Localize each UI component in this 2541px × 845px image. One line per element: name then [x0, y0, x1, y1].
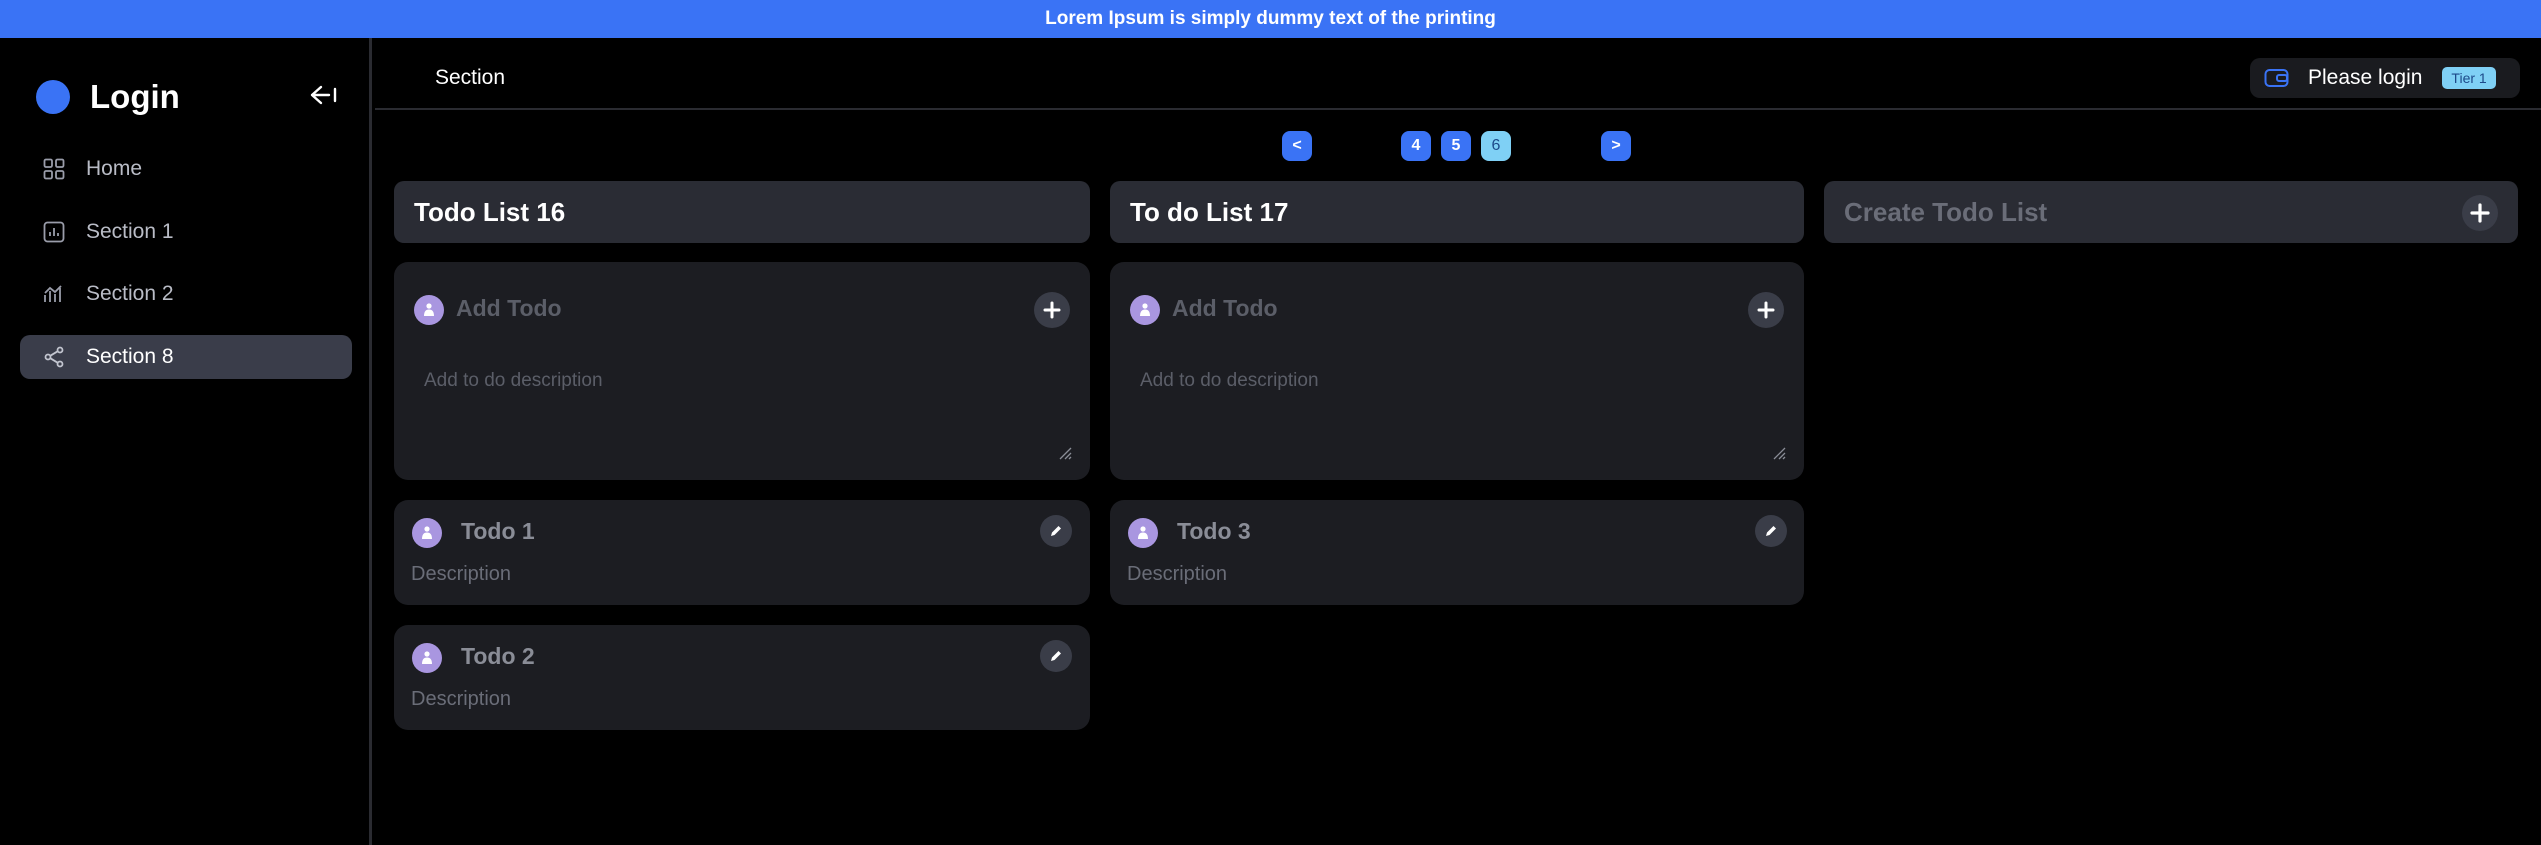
page-title: Section	[435, 66, 506, 89]
logo[interactable]: Login	[36, 78, 180, 116]
login-text: Please login	[2308, 66, 2423, 89]
create-todo-list-button[interactable]	[2462, 195, 2498, 231]
logo-text: Login	[90, 78, 180, 115]
todo-item[interactable]: Todo 2 Description	[394, 625, 1090, 730]
todo-description: Description	[1127, 563, 1228, 585]
share-icon	[42, 345, 66, 369]
pagination-page-4[interactable]: 4	[1401, 131, 1431, 161]
avatar-icon	[412, 518, 442, 548]
list-title: To do List 17	[1130, 196, 1289, 227]
sidebar-nav: Home Section 1 Section 2 Section 8	[20, 147, 352, 397]
arrow-left-collapse-icon	[310, 85, 337, 105]
sidebar-item-section-1[interactable]: Section 1	[20, 210, 352, 254]
list-title-header: Todo List 16	[394, 181, 1090, 243]
pagination-prev-button[interactable]: <	[1282, 131, 1312, 161]
pencil-icon	[1051, 526, 1061, 536]
pagination-page-6-current[interactable]: 6	[1481, 131, 1511, 161]
pencil-icon	[1051, 651, 1061, 661]
wallet-icon	[2264, 69, 2289, 87]
sidebar-item-label: Section 2	[86, 282, 174, 305]
create-todo-list[interactable]: Create Todo List	[1824, 181, 2518, 243]
sidebar-item-label: Section 1	[86, 219, 174, 243]
logo-dot-icon	[36, 80, 70, 114]
tier-badge: Tier 1	[2442, 67, 2496, 89]
sidebar-item-section-8[interactable]: Section 8	[20, 334, 352, 379]
avatar-icon	[1130, 295, 1160, 325]
add-todo-description-input[interactable]: Add to do description	[1140, 370, 1319, 392]
pencil-icon	[1766, 526, 1776, 536]
resize-handle-icon[interactable]	[1056, 444, 1072, 460]
list-title-header: To do List 17	[1110, 181, 1804, 243]
avatar-icon	[414, 295, 444, 325]
plus-icon	[2470, 203, 2490, 223]
avatar-icon	[412, 643, 442, 673]
add-todo-card: Add Todo Add to do description	[394, 262, 1090, 480]
todo-description: Description	[411, 688, 512, 710]
plus-icon	[1757, 301, 1775, 319]
pagination-page-5[interactable]: 5	[1441, 131, 1471, 161]
sidebar: Login Home Section 1 Section 2 Section 8	[0, 38, 372, 845]
grid-icon	[42, 157, 66, 181]
resize-handle-icon[interactable]	[1770, 444, 1786, 460]
todo-title: Todo 2	[461, 643, 535, 669]
sidebar-item-label: Section 8	[86, 344, 174, 368]
add-todo-description-input[interactable]: Add to do description	[424, 370, 603, 392]
todo-description: Description	[411, 563, 512, 585]
todo-item[interactable]: Todo 1 Description	[394, 500, 1090, 605]
add-todo-title-input[interactable]: Add Todo	[1172, 295, 1278, 322]
top-header: Section Please login Tier 1	[375, 38, 2541, 110]
edit-todo-button[interactable]	[1755, 515, 1787, 547]
todo-title: Todo 1	[461, 518, 535, 544]
todo-item[interactable]: Todo 3 Description	[1110, 500, 1804, 605]
edit-todo-button[interactable]	[1040, 640, 1072, 672]
collapse-sidebar-button[interactable]	[306, 80, 342, 110]
add-todo-button[interactable]	[1748, 292, 1784, 328]
edit-todo-button[interactable]	[1040, 515, 1072, 547]
add-todo-button[interactable]	[1034, 292, 1070, 328]
add-todo-card: Add Todo Add to do description	[1110, 262, 1804, 480]
login-button[interactable]: Please login Tier 1	[2250, 58, 2520, 98]
sidebar-item-home[interactable]: Home	[20, 147, 352, 191]
create-todo-list-label: Create Todo List	[1844, 196, 2048, 227]
plus-icon	[1043, 301, 1061, 319]
banner-text: Lorem Ipsum is simply dummy text of the …	[1045, 8, 1496, 29]
add-todo-title-input[interactable]: Add Todo	[456, 295, 562, 322]
sidebar-item-label: Home	[86, 157, 143, 180]
activity-icon	[42, 282, 66, 306]
todo-title: Todo 3	[1177, 518, 1251, 544]
bar-chart-icon	[42, 220, 66, 244]
pagination-next-button[interactable]: >	[1601, 131, 1631, 161]
top-banner: Lorem Ipsum is simply dummy text of the …	[0, 0, 2541, 38]
avatar-icon	[1128, 518, 1158, 548]
list-title: Todo List 16	[414, 196, 566, 227]
sidebar-item-section-2[interactable]: Section 2	[20, 272, 352, 316]
